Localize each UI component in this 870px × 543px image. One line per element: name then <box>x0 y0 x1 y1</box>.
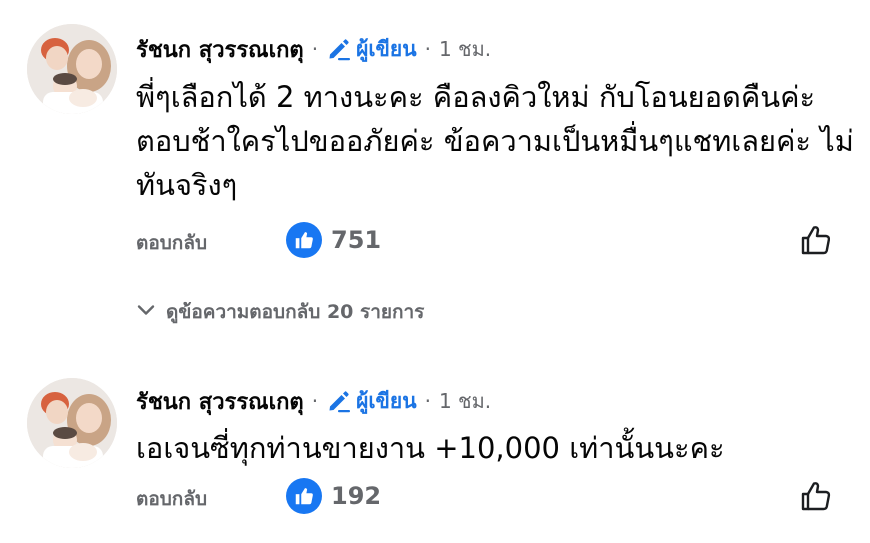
view-replies-link[interactable]: ดูข้อความตอบกลับ 20 รายการ <box>136 297 424 327</box>
pencil-icon <box>326 36 352 62</box>
reply-button[interactable]: ตอบกลับ <box>136 484 207 514</box>
comment-actions: ตอบกลับ 751 <box>136 220 836 260</box>
comment-header: รัชนก สุวรรณเกตุ · ผู้เขียน · 1 ชม. <box>136 385 491 417</box>
comment-timestamp[interactable]: 1 ชม. <box>439 385 491 417</box>
reaction-summary[interactable]: 751 <box>286 220 381 260</box>
author-badge-label: ผู้เขียน <box>356 388 417 413</box>
reaction-count: 751 <box>331 226 382 254</box>
reply-button[interactable]: ตอบกลับ <box>136 228 207 258</box>
chevron-down-icon <box>136 300 156 324</box>
reaction-summary[interactable]: 192 <box>286 476 381 516</box>
thumbs-up-outline-icon <box>801 226 831 255</box>
like-icon <box>286 222 322 258</box>
author-badge-label: ผู้เขียน <box>356 36 417 61</box>
separator-dot: · <box>311 389 319 413</box>
comment-text: เอเจนซี่ทุกท่านขายงาน +10,000 เท่านั้นนะ… <box>136 431 725 465</box>
separator-dot: · <box>311 37 319 61</box>
avatar[interactable] <box>27 24 117 114</box>
separator-dot: · <box>424 37 431 61</box>
comment-timestamp[interactable]: 1 ชม. <box>439 33 491 65</box>
reaction-count: 192 <box>331 482 382 510</box>
thumbs-up-outline-icon <box>801 482 831 511</box>
view-replies-label: ดูข้อความตอบกลับ 20 รายการ <box>166 301 425 323</box>
like-button[interactable] <box>796 220 836 260</box>
separator-dot: · <box>424 389 431 413</box>
author-name[interactable]: รัชนก สุวรรณเกตุ <box>136 32 304 67</box>
like-button[interactable] <box>796 476 836 516</box>
comment-text: พี่ๆเลือกได้ 2 ทางนะคะ คือลงคิวใหม่ กับโ… <box>136 80 854 202</box>
author-name[interactable]: รัชนก สุวรรณเกตุ <box>136 384 304 419</box>
comment-header: รัชนก สุวรรณเกตุ · ผู้เขียน · 1 ชม. <box>136 33 491 65</box>
pencil-icon <box>326 388 352 414</box>
comment-actions: ตอบกลับ 192 <box>136 476 836 516</box>
like-icon <box>286 478 322 514</box>
avatar[interactable] <box>27 378 117 468</box>
